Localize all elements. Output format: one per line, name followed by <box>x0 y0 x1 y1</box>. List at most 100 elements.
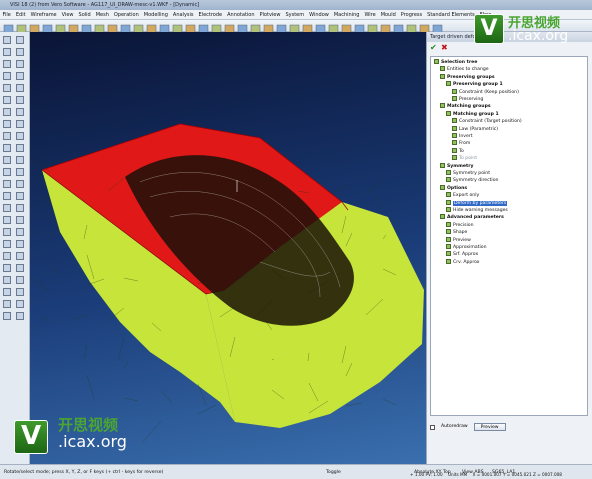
toggle-button[interactable]: Toggle <box>326 465 341 479</box>
side-tool-icon[interactable] <box>3 48 11 56</box>
side-tool-icon[interactable] <box>3 120 11 128</box>
menu-item-standard-elements[interactable]: Standard Elements <box>425 12 478 18</box>
tree-node[interactable]: Preserving groups <box>440 73 495 81</box>
side-tool-icon[interactable] <box>3 144 11 152</box>
tree-node[interactable]: Advanced parameters <box>440 214 504 221</box>
cancel-x-icon[interactable]: ✖ <box>441 44 449 52</box>
side-tool-icon[interactable] <box>3 204 11 212</box>
menu-item-file[interactable]: File <box>0 12 13 18</box>
tree-node[interactable]: Preserving <box>452 96 483 103</box>
tree-node[interactable]: Options <box>440 184 467 192</box>
side-tool-icon[interactable] <box>16 288 24 296</box>
side-tool-icon[interactable] <box>16 96 24 104</box>
tree-node[interactable]: To point <box>452 155 477 162</box>
tree-node[interactable]: From <box>452 140 470 147</box>
selection-tree[interactable]: Selection tree Entities to change Preservi… <box>430 56 588 416</box>
side-tool-icon[interactable] <box>3 300 11 308</box>
side-tool-icon[interactable] <box>3 240 11 248</box>
tree-node[interactable]: Symmetry <box>440 162 473 170</box>
side-tool-icon[interactable] <box>16 84 24 92</box>
side-tool-icon[interactable] <box>3 132 11 140</box>
side-tool-icon[interactable] <box>16 120 24 128</box>
side-tool-icon[interactable] <box>3 288 11 296</box>
menu-item-operation[interactable]: Operation <box>111 12 141 18</box>
tree-node[interactable]: Constraint (Keep position) <box>452 88 519 96</box>
side-tool-icon[interactable] <box>16 168 24 176</box>
menu-item-machining[interactable]: Machining <box>331 12 362 18</box>
menu-item-solid[interactable]: Solid <box>76 12 93 18</box>
side-tool-icon[interactable] <box>3 36 11 44</box>
tree-node[interactable]: Crv. Approx <box>446 258 480 266</box>
side-tool-icon[interactable] <box>16 240 24 248</box>
side-tool-icon[interactable] <box>3 108 11 116</box>
side-tool-icon[interactable] <box>16 204 24 212</box>
tree-node[interactable]: To <box>452 147 464 155</box>
side-tool-icon[interactable] <box>16 192 24 200</box>
tree-node[interactable]: Matching groups <box>440 103 491 110</box>
tree-node[interactable]: Shape <box>446 229 467 236</box>
side-tool-icon[interactable] <box>16 216 24 224</box>
side-tool-icon[interactable] <box>3 96 11 104</box>
side-tool-icon[interactable] <box>16 312 24 320</box>
tree-node[interactable]: Deform by parameters <box>446 199 508 207</box>
menu-item-view[interactable]: View <box>59 12 76 18</box>
menu-item-edit[interactable]: Edit <box>13 12 28 18</box>
side-tool-icon[interactable] <box>3 192 11 200</box>
side-tool-icon[interactable] <box>3 72 11 80</box>
menu-item-mesh[interactable]: Mesh <box>93 12 111 18</box>
menu-item-modelling[interactable]: Modelling <box>141 12 170 18</box>
tree-node[interactable]: Symmetry point <box>446 170 490 177</box>
side-tool-icon[interactable] <box>16 36 24 44</box>
menu-item-progress[interactable]: Progress <box>398 12 424 18</box>
menu-item-analysis[interactable]: Analysis <box>170 12 196 18</box>
side-tool-icon[interactable] <box>3 156 11 164</box>
tree-node[interactable]: Export only <box>446 192 479 199</box>
menu-item-wire[interactable]: Wire <box>362 12 378 18</box>
tree-node[interactable]: Preview <box>446 236 471 244</box>
menu-item-annotation[interactable]: Annotation <box>225 12 257 18</box>
tree-node[interactable]: Invert <box>452 133 473 140</box>
side-tool-icon[interactable] <box>16 252 24 260</box>
side-tool-icon[interactable] <box>16 60 24 68</box>
tree-node[interactable]: Approximation <box>446 244 487 251</box>
side-tool-icon[interactable] <box>3 168 11 176</box>
autoredraw-checkbox[interactable] <box>430 424 435 430</box>
side-tool-icon[interactable] <box>3 84 11 92</box>
side-tool-icon[interactable] <box>3 264 11 272</box>
side-tool-icon[interactable] <box>3 228 11 236</box>
side-tool-icon[interactable] <box>16 228 24 236</box>
side-tool-icon[interactable] <box>16 180 24 188</box>
side-tool-icon[interactable] <box>16 48 24 56</box>
menu-item-mould[interactable]: Mould <box>378 12 398 18</box>
side-tool-icon[interactable] <box>3 60 11 68</box>
side-tool-icon[interactable] <box>16 156 24 164</box>
side-tool-icon[interactable] <box>16 132 24 140</box>
menu-item-plotview[interactable]: Plotview <box>257 12 283 18</box>
side-tool-icon[interactable] <box>16 300 24 308</box>
side-tool-icon[interactable] <box>3 312 11 320</box>
side-tool-icon[interactable] <box>3 252 11 260</box>
tree-node[interactable]: Entities to change <box>440 66 489 73</box>
menu-item-system[interactable]: System <box>283 12 307 18</box>
tree-node[interactable]: Preserving group 1 <box>446 81 503 88</box>
preview-button[interactable]: Preview <box>473 423 506 431</box>
tree-node[interactable]: Law (Parametric) <box>452 125 498 133</box>
tree-node[interactable]: Srf. Approx <box>446 251 478 258</box>
side-tool-icon[interactable] <box>16 108 24 116</box>
confirm-check-icon[interactable]: ✔ <box>430 44 438 52</box>
tree-node[interactable]: Hide warning messages <box>446 207 508 214</box>
tree-node[interactable]: Constraint (Target position) <box>452 118 522 125</box>
side-tool-icon[interactable] <box>3 276 11 284</box>
tree-node[interactable]: Selection tree <box>434 59 477 66</box>
side-tool-icon[interactable] <box>3 180 11 188</box>
tree-node[interactable]: Matching group 1 <box>446 110 499 118</box>
mesh-surface-render[interactable] <box>30 32 426 464</box>
side-tool-icon[interactable] <box>16 144 24 152</box>
side-tool-icon[interactable] <box>16 264 24 272</box>
menu-item-wireframe[interactable]: Wireframe <box>28 12 59 18</box>
side-tool-icon[interactable] <box>16 72 24 80</box>
side-tool-icon[interactable] <box>3 216 11 224</box>
tree-node[interactable]: Symmetry direction <box>446 177 498 184</box>
menu-item-window[interactable]: Window <box>307 12 332 18</box>
menu-item-electrode[interactable]: Electrode <box>196 12 225 18</box>
